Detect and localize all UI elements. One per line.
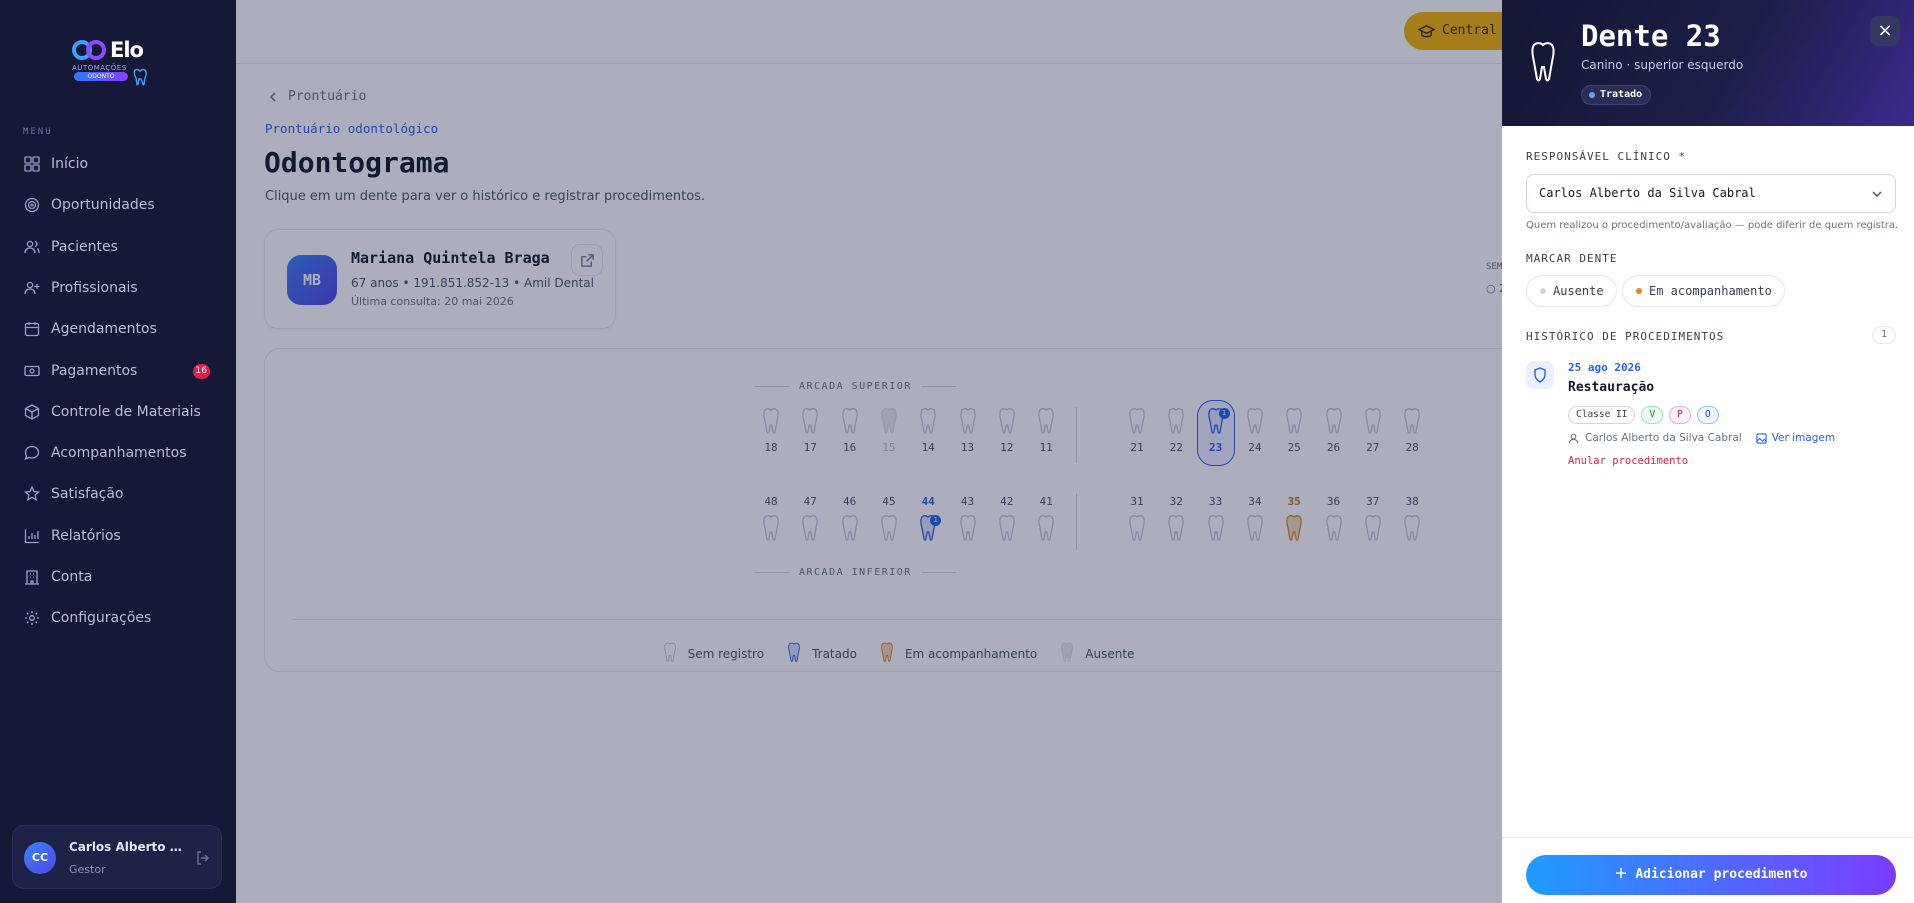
tag-p: P: [1669, 406, 1691, 424]
banknote-icon: [24, 365, 40, 376]
image-icon: [1756, 432, 1767, 444]
brand-logo[interactable]: Elo AUTOMAÇÕES ODONTO: [70, 38, 160, 88]
infinity-logo-mark: [72, 40, 106, 62]
responsible-select[interactable]: Carlos Alberto da Silva Cabral: [1526, 174, 1896, 213]
chevron-down-icon: [1872, 191, 1882, 198]
history-tags: Classe II V P O: [1568, 406, 1719, 424]
history-count: 1: [1872, 326, 1896, 344]
sidebar-item-label: Profissionais: [51, 279, 138, 296]
package-icon: [24, 404, 40, 420]
sidebar-item-controle-de-materiais[interactable]: Controle de Materiais: [12, 396, 222, 428]
sidebar-item-label: Satisfação: [51, 486, 124, 503]
mark-tooth-label: MARCAR DENTE: [1526, 252, 1618, 265]
sidebar-item-profissionais[interactable]: Profissionais: [12, 272, 222, 304]
close-icon[interactable]: ×: [1870, 16, 1900, 46]
calendar-icon: [24, 322, 40, 337]
gear-icon: [25, 611, 39, 626]
sidebar-item-relatorios[interactable]: Relatórios: [12, 520, 222, 552]
mark-absent-chip[interactable]: Ausente: [1526, 275, 1617, 307]
user-name: Carlos Alberto da ...: [69, 840, 184, 854]
history-date: 25 ago 2026: [1568, 361, 1641, 374]
user-role: Gestor: [69, 863, 106, 876]
view-image-link[interactable]: Ver imagem: [1756, 432, 1835, 444]
annul-procedure-link[interactable]: Anular procedimento: [1568, 455, 1688, 467]
sidebar-item-oportunidades[interactable]: Oportunidades: [12, 189, 222, 221]
sidebar-item-label: Relatórios: [51, 527, 121, 544]
count-badge: 16: [192, 363, 210, 379]
sidebar-item-conta[interactable]: Conta: [12, 561, 222, 593]
sidebar-item-label: Pagamentos: [51, 362, 138, 379]
tooth-logo-icon: [133, 68, 147, 86]
tag-class: Classe II: [1568, 406, 1636, 424]
drawer-title: Dente 23: [1581, 19, 1721, 53]
sidebar-item-label: Configurações: [51, 610, 152, 627]
sidebar-item-label: Pacientes: [51, 238, 118, 255]
building-icon: [25, 570, 39, 585]
responsible-label: RESPONSÁVEL CLÍNICO *: [1526, 150, 1687, 163]
drawer-subtitle: Canino · superior esquerdo: [1581, 58, 1744, 72]
history-label: HISTÓRICO DE PROCEDIMENTOS: [1526, 330, 1725, 343]
sidebar-item-acompanhamentos[interactable]: Acompanhamentos: [12, 437, 222, 469]
avatar: CC: [24, 842, 56, 874]
sidebar-item-agendamentos[interactable]: Agendamentos: [12, 313, 222, 345]
tooth-drawer: Dente 23 Canino · superior esquerdo Trat…: [1502, 0, 1914, 903]
sidebar: Elo AUTOMAÇÕES ODONTO MENU Início Oportun…: [0, 0, 236, 903]
sidebar-item-pacientes[interactable]: Pacientes: [12, 231, 222, 263]
sidebar-item-configuracoes[interactable]: Configurações: [12, 602, 222, 634]
sidebar-item-inicio[interactable]: Início: [12, 148, 222, 180]
grid-icon: [24, 156, 40, 172]
sidebar-item-label: Início: [51, 156, 89, 172]
sidebar-item-pagamentos[interactable]: Pagamentos 16: [12, 355, 222, 387]
tag-v: V: [1641, 406, 1664, 424]
history-author: Carlos Alberto da Silva Cabral: [1585, 432, 1742, 444]
user-card[interactable]: CC Carlos Alberto da ... Gestor: [12, 825, 222, 889]
bar-chart-icon: [24, 529, 39, 543]
status-badge: Tratado: [1581, 85, 1652, 105]
target-icon: [24, 198, 40, 213]
sidebar-item-satisfacao[interactable]: Satisfação: [12, 478, 222, 510]
add-procedure-button[interactable]: ＋ Adicionar procedimento: [1526, 855, 1896, 895]
responsible-hint: Quem realizou o procedimento/avaliação —…: [1526, 220, 1899, 231]
sidebar-item-label: Conta: [51, 569, 93, 585]
history-meta: Carlos Alberto da Silva Cabral Ver image…: [1568, 432, 1835, 444]
sidebar-item-label: Controle de Materiais: [51, 403, 201, 420]
tag-o: O: [1696, 406, 1719, 424]
sidebar-item-label: Acompanhamentos: [51, 445, 187, 462]
drawer-header: Dente 23 Canino · superior esquerdo Trat…: [1502, 0, 1914, 126]
user-plus-icon: [24, 281, 40, 294]
sidebar-item-label: Agendamentos: [51, 321, 157, 338]
tooth-icon: [1531, 42, 1555, 82]
menu-heading: MENU: [23, 127, 53, 137]
chat-icon: [24, 445, 40, 461]
user-icon: [1568, 433, 1579, 443]
mark-monitoring-chip[interactable]: Em acompanhamento: [1622, 275, 1785, 307]
users-icon: [24, 240, 40, 253]
shield-icon: [1526, 361, 1554, 389]
sidebar-item-label: Oportunidades: [51, 197, 155, 214]
history-title: Restauração: [1568, 380, 1655, 395]
logout-icon[interactable]: [195, 850, 211, 866]
star-icon: [24, 486, 40, 502]
